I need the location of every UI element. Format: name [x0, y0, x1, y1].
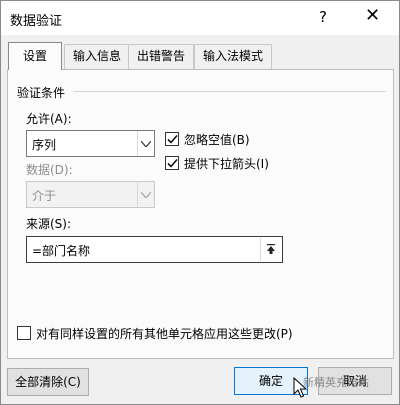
- allow-label: 允许(A):: [26, 112, 72, 126]
- in-cell-dropdown-label[interactable]: 提供下拉箭头(I): [184, 155, 269, 172]
- data-label: 数据(D):: [26, 163, 73, 177]
- checkmark-icon: [167, 134, 178, 144]
- data-validation-dialog: 数据验证 ? ✕ 设置 输入信息 出错警告 输入法模式 验证条件 允许(A): …: [0, 0, 400, 405]
- data-select: 介于: [26, 181, 155, 208]
- clear-all-button[interactable]: 全部清除(C): [7, 368, 89, 396]
- allow-select[interactable]: 序列: [26, 130, 155, 157]
- section-divider: [74, 91, 386, 92]
- tab-error-alert[interactable]: 出错警告: [128, 44, 195, 69]
- allow-select-value: 序列: [32, 138, 57, 152]
- in-cell-dropdown-checkbox[interactable]: [165, 156, 179, 170]
- tab-settings[interactable]: 设置: [8, 42, 63, 70]
- title-bar: 数据验证 ? ✕: [1, 1, 399, 35]
- ignore-blank-checkbox[interactable]: [165, 132, 179, 146]
- close-button[interactable]: ✕: [365, 5, 380, 26]
- tab-ime-mode[interactable]: 输入法模式: [194, 44, 273, 69]
- section-title: 验证条件: [17, 86, 66, 100]
- source-label: 来源(S):: [26, 217, 72, 231]
- watermark: 新精英充电站: [303, 376, 369, 389]
- dialog-title: 数据验证: [10, 14, 63, 29]
- apply-all-checkbox[interactable]: [17, 326, 31, 340]
- ignore-blank-label[interactable]: 忽略空值(B): [184, 131, 250, 148]
- apply-all-label[interactable]: 对有同样设置的所有其他单元格应用这些更改(P): [36, 325, 293, 342]
- checkmark-icon: [167, 158, 178, 168]
- source-input[interactable]: =部门名称: [26, 236, 283, 263]
- collapse-dialog-button[interactable]: [260, 238, 281, 261]
- data-select-value: 介于: [32, 189, 57, 203]
- chevron-down-icon: [137, 131, 154, 156]
- settings-panel: 验证条件 允许(A): 序列 忽略空值(B) 提供下拉箭头(I) 数据(D): …: [7, 69, 394, 359]
- tab-input-message[interactable]: 输入信息: [64, 44, 131, 69]
- chevron-down-icon: [137, 182, 154, 207]
- source-input-value: =部门名称: [32, 244, 91, 258]
- range-select-icon: [267, 243, 275, 254]
- help-button[interactable]: ?: [319, 8, 327, 26]
- mouse-pointer-icon: [293, 377, 307, 398]
